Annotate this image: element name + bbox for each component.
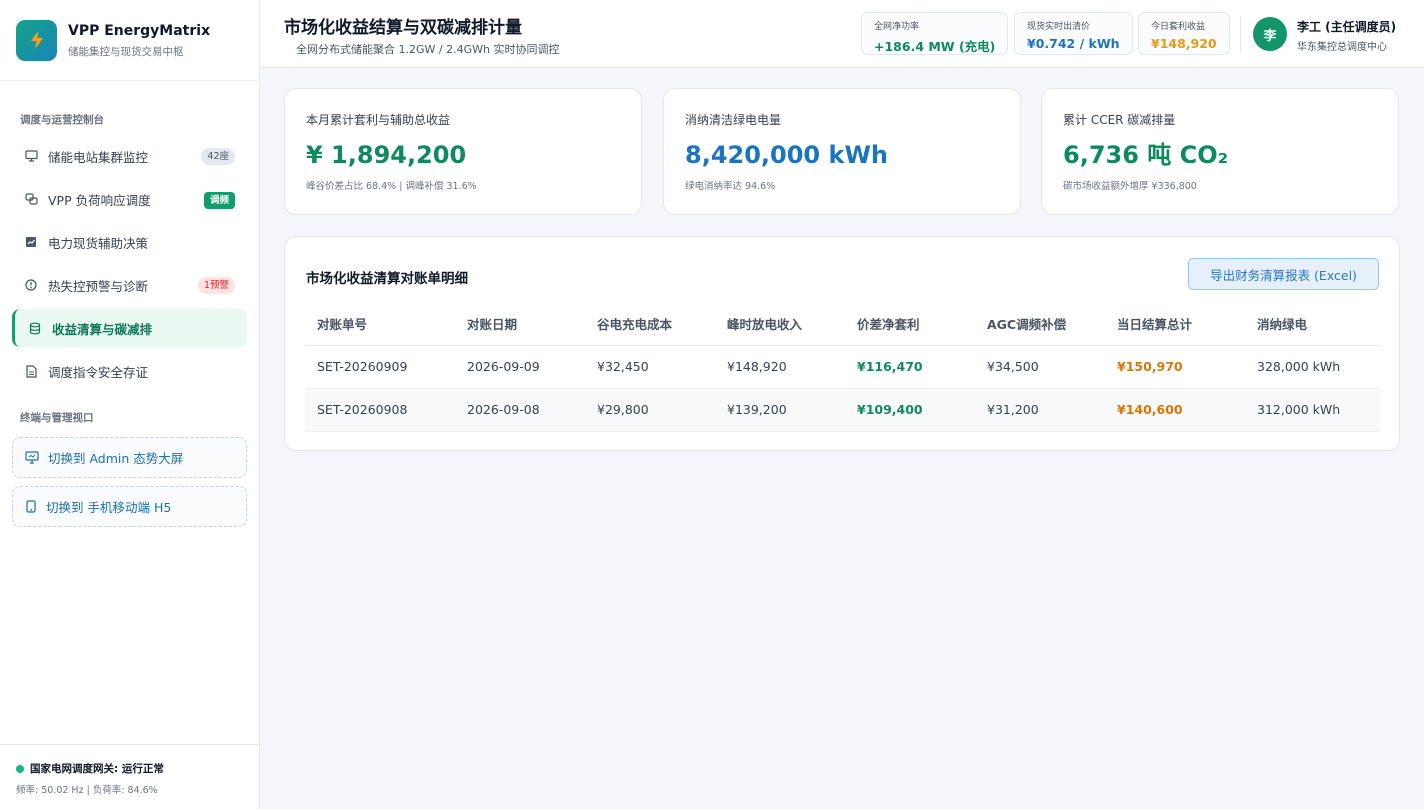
brand-title: VPP EnergyMatrix [68,22,211,39]
gateway-status-text: 国家电网调度网关: 运行正常 [30,763,164,775]
kpi-card-green-energy: 消纳清洁绿电电量 8,420,000 kWh 绿电消纳率达 94.6% [663,88,1021,215]
sidebar-item-label: 热失控预警与诊断 [48,278,149,294]
table-cell: ¥150,970 [1105,345,1245,389]
sidebar-item-vpp-dispatch[interactable]: VPP 负荷响应调度 调频 [12,180,247,218]
table-cell: ¥31,200 [975,388,1105,432]
user-name: 李工 (主任调度员) [1297,20,1397,34]
kpi-value: ¥ 1,894,200 [306,141,467,169]
kpi-value: 8,420,000 kWh [685,141,889,169]
kpi-value: 6,736 吨 CO₂ [1063,141,1229,169]
stat-label: 今日套利收益 [1151,22,1206,32]
stat-value: +186.4 MW (充电) [874,39,996,54]
status-dot [16,764,24,773]
panel-title: 市场化收益清算对账单明细 [306,271,468,287]
count-badge: 42座 [201,148,235,165]
table-cell: ¥34,500 [975,345,1105,389]
phone-icon [25,500,37,513]
table-row[interactable]: SET-20260909 2026-09-09 ¥32,450 ¥148,920… [305,345,1380,389]
header-divider [1240,16,1241,52]
sidebar-item-station-monitor[interactable]: 储能电站集群监控 42座 [12,137,247,175]
table-cell: 312,000 kWh [1245,388,1380,432]
kpi-card-revenue: 本月累计套利与辅助总收益 ¥ 1,894,200 峰谷价差占比 68.4% | … [284,88,642,215]
column-header: 对账单号 [305,302,455,346]
sidebar-item-settlement[interactable]: 收益清算与碳减排 [12,309,247,347]
column-header: 价差净套利 [845,302,975,346]
stat-net-power: 全网净功率 +186.4 MW (充电) [861,12,1009,55]
kpi-card-carbon: 累计 CCER 碳减排量 6,736 吨 CO₂ 碳市场收益额外增厚 ¥336,… [1041,88,1399,215]
link-icon [24,192,38,206]
table-cell: ¥148,920 [715,345,845,389]
column-header: 峰时放电收入 [715,302,845,346]
column-header: 当日结算总计 [1105,302,1245,346]
table-cell: ¥32,450 [585,345,715,389]
stat-spot-price: 现货实时出清价 ¥0.742 / kWh [1014,12,1133,55]
table-cell: SET-20260909 [305,345,455,389]
sidebar-item-label: 收益清算与碳减排 [52,321,153,337]
switch-mobile-h5-button[interactable]: 切换到 手机移动端 H5 [12,486,247,527]
document-icon [24,364,38,378]
switch-admin-screen-button[interactable]: 切换到 Admin 态势大屏 [12,437,247,478]
grid-metrics: 频率: 50.02 Hz | 负荷率: 84.6% [16,785,158,796]
column-header: AGC调频补偿 [975,302,1105,346]
stat-label: 全网净功率 [874,22,920,32]
table-row[interactable]: SET-20260908 2026-09-08 ¥29,800 ¥139,200… [305,388,1380,432]
column-header: 谷电充电成本 [585,302,715,346]
table-cell: 328,000 kWh [1245,345,1380,389]
settlement-ledger-panel: 市场化收益清算对账单明细 导出财务清算报表 (Excel) 对账单号 对账日期 … [284,236,1400,451]
table-cell: 2026-09-08 [455,388,585,432]
brand: VPP EnergyMatrix 储能集控与现货交易中枢 [0,0,259,81]
database-icon [28,321,42,335]
screen-icon [25,451,39,464]
sidebar-item-spot-decision[interactable]: 电力现货辅助决策 [12,223,247,261]
table-cell: ¥140,600 [1105,388,1245,432]
table-cell: ¥29,800 [585,388,715,432]
sidebar-item-label: 调度指令安全存证 [48,364,149,380]
kpi-note: 碳市场收益额外增厚 ¥336,800 [1063,181,1197,192]
column-header: 对账日期 [455,302,585,346]
kpi-label: 本月累计套利与辅助总收益 [306,113,451,127]
chart-icon [24,235,38,249]
export-excel-button[interactable]: 导出财务清算报表 (Excel) [1188,258,1379,290]
stat-arbitrage-today: 今日套利收益 ¥148,920 [1138,12,1230,55]
stat-value: ¥0.742 / kWh [1027,36,1120,51]
user-org: 华东集控总调度中心 [1297,42,1387,53]
switch-label: 切换到 Admin 态势大屏 [48,451,184,466]
sidebar-item-label: 储能电站集群监控 [48,149,149,165]
kpi-note: 峰谷价差占比 68.4% | 调峰补偿 31.6% [306,181,477,192]
alert-icon [24,278,38,292]
table-cell: ¥109,400 [845,388,975,432]
kpi-label: 累计 CCER 碳减排量 [1063,113,1176,127]
warning-badge: 1预警 [197,277,235,294]
avatar[interactable]: 李 [1253,17,1287,51]
monitor-icon [24,149,38,163]
nav-section-terminal: 终端与管理视口 [20,412,94,424]
top-header: 市场化收益结算与双碳减排计量 全网分布式储能聚合 1.2GW / 2.4GWh … [260,0,1424,68]
sidebar-item-instruction-evidence[interactable]: 调度指令安全存证 [12,352,247,390]
table-cell: ¥139,200 [715,388,845,432]
page-subtitle: 全网分布式储能聚合 1.2GW / 2.4GWh 实时协同调控 [296,43,560,56]
stat-value: ¥148,920 [1151,36,1217,51]
table-cell: SET-20260908 [305,388,455,432]
page-title: 市场化收益结算与双碳减排计量 [284,18,522,38]
column-header: 消纳绿电 [1245,302,1380,346]
table-cell: 2026-09-09 [455,345,585,389]
status-badge: 调频 [203,192,235,209]
table-header-row: 对账单号 对账日期 谷电充电成本 峰时放电收入 价差净套利 AGC调频补偿 当日… [305,302,1380,346]
kpi-note: 绿电消纳率达 94.6% [685,181,776,192]
gateway-status: 国家电网调度网关: 运行正常 频率: 50.02 Hz | 负荷率: 84.6% [0,744,259,809]
switch-label: 切换到 手机移动端 H5 [46,500,172,515]
sidebar-item-thermal-warning[interactable]: 热失控预警与诊断 1预警 [12,266,247,304]
sidebar-item-label: 电力现货辅助决策 [48,235,149,251]
kpi-label: 消纳清洁绿电电量 [685,113,782,127]
brand-subtitle: 储能集控与现货交易中枢 [68,45,184,58]
sidebar: VPP EnergyMatrix 储能集控与现货交易中枢 调度与运营控制台 储能… [0,0,260,809]
stat-label: 现货实时出清价 [1027,22,1091,32]
nav-section-dispatch: 调度与运营控制台 [20,114,104,126]
table-cell: ¥116,470 [845,345,975,389]
sidebar-item-label: VPP 负荷响应调度 [48,192,151,208]
settlement-table: 对账单号 对账日期 谷电充电成本 峰时放电收入 价差净套利 AGC调频补偿 当日… [305,302,1380,432]
lightning-icon [16,19,57,61]
